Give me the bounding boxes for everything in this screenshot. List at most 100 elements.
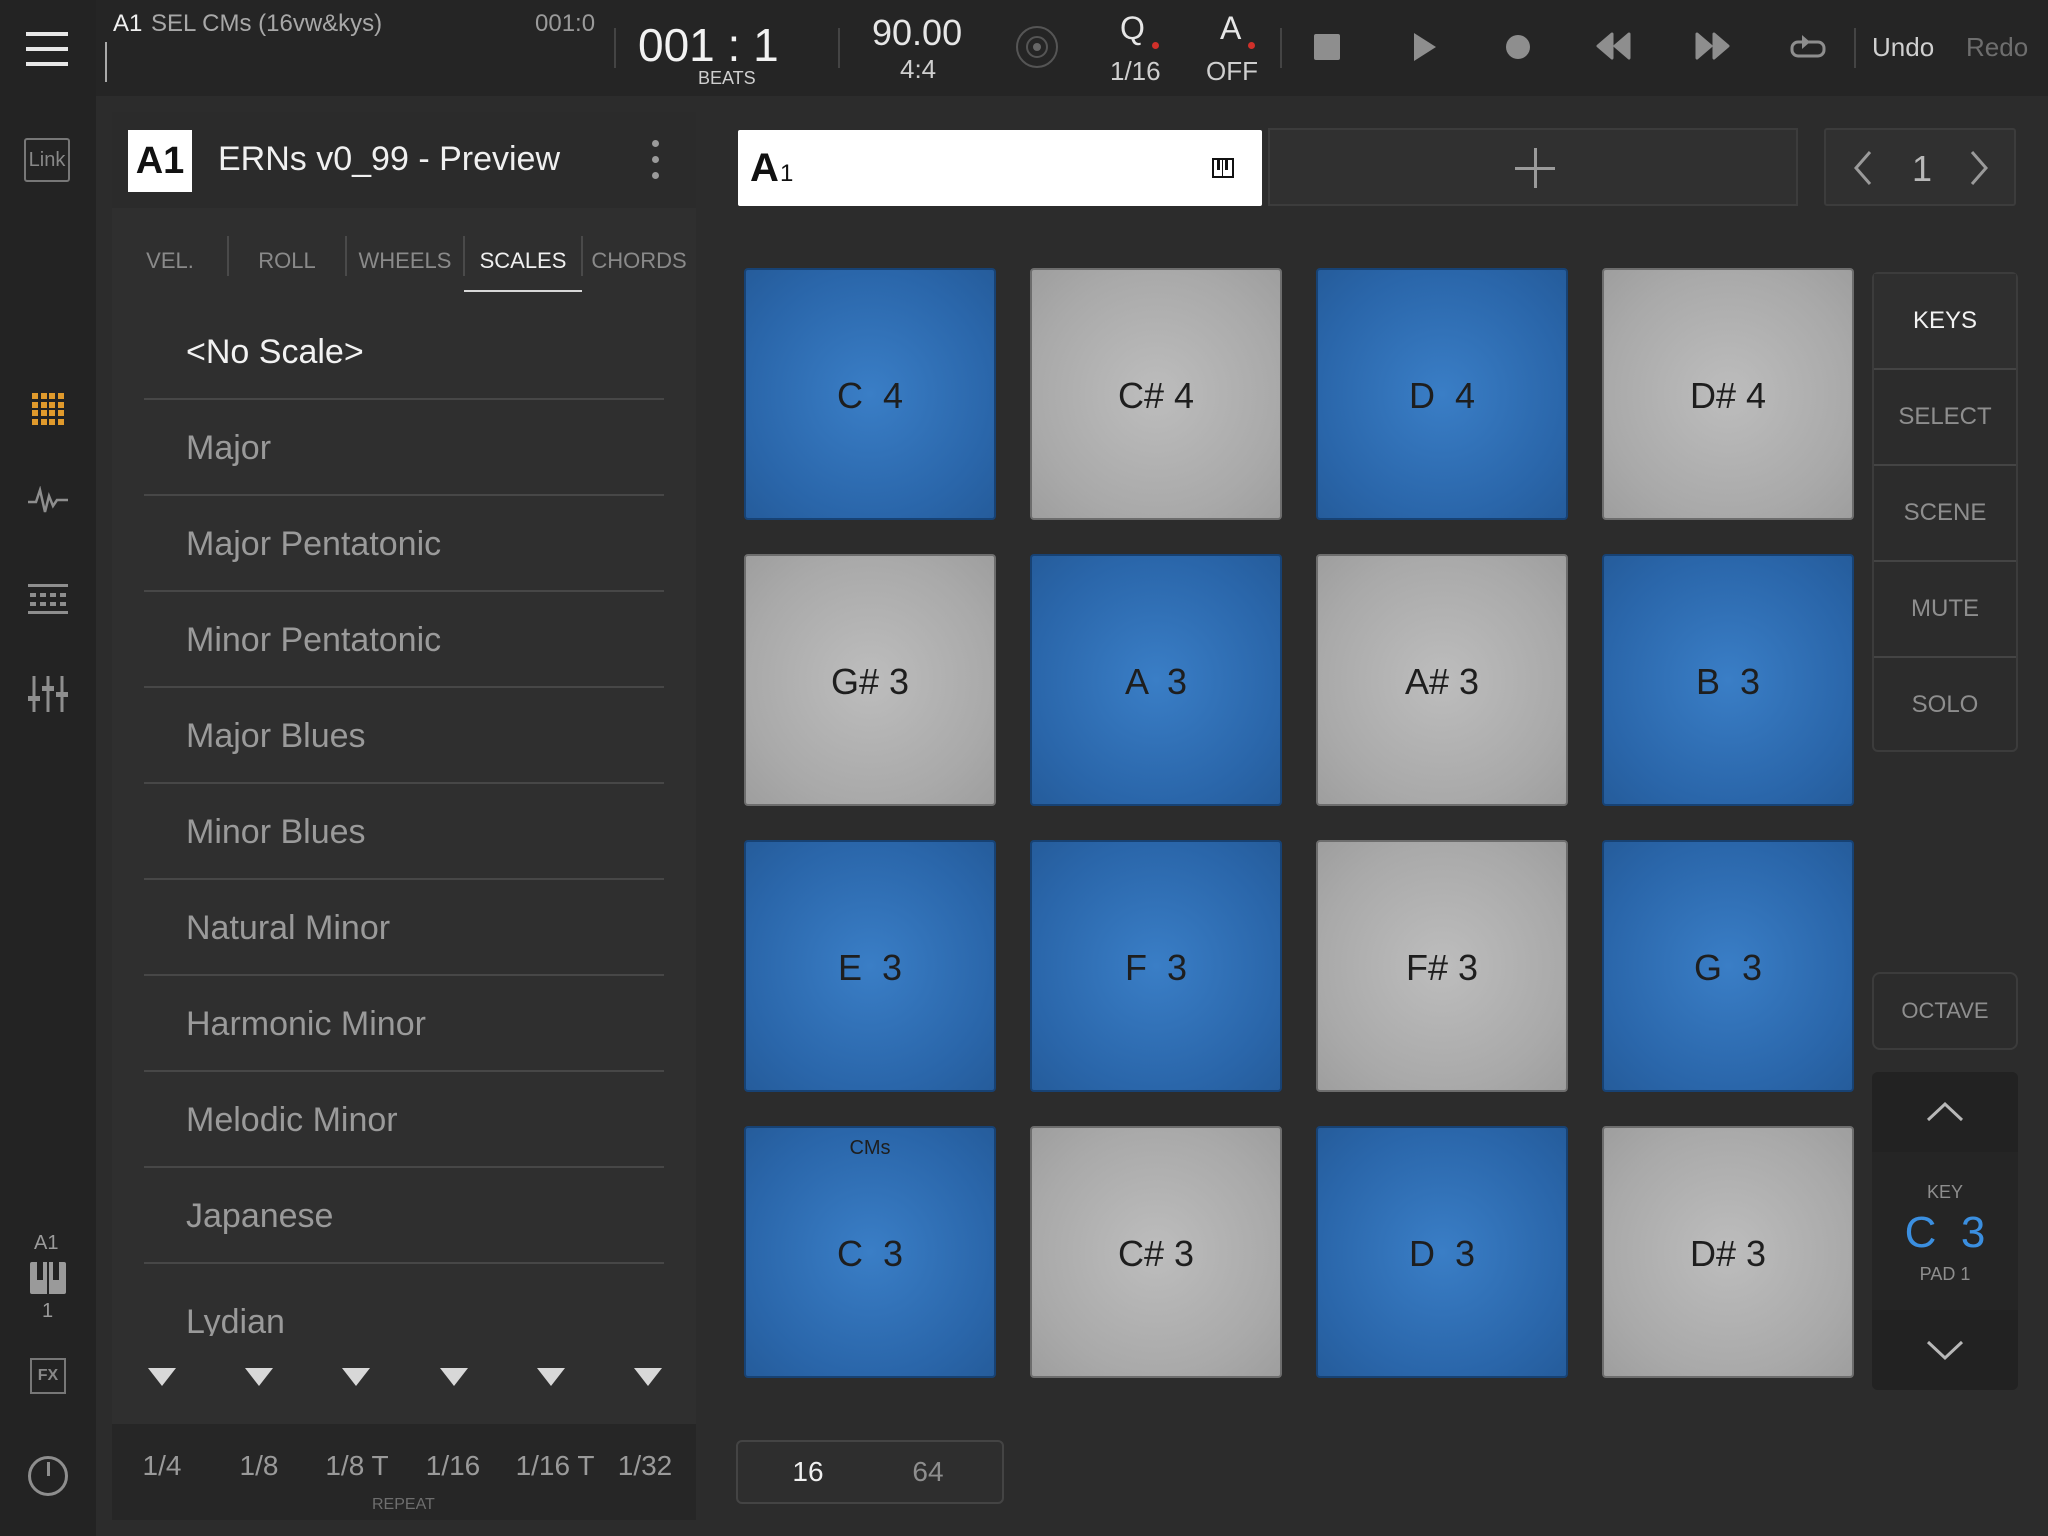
tab-roll[interactable]: ROLL [228,232,346,290]
mode-scene-button[interactable]: SCENE [1874,466,2016,562]
scale-item[interactable]: Japanese [144,1168,664,1264]
pad[interactable]: C# 3 [1030,1126,1282,1378]
pad-note-label: B 3 [1695,661,1761,702]
divider [1280,28,1282,68]
scale-item[interactable]: Minor Blues [144,784,664,880]
scale-item[interactable]: Natural Minor [144,880,664,976]
scale-item[interactable]: Minor Pentatonic [144,592,664,688]
rewind-icon[interactable] [1596,32,1632,60]
metronome-icon[interactable] [1016,26,1058,68]
pad[interactable]: E 3 [744,840,996,1092]
octave-up-button[interactable] [1872,1072,2018,1152]
scale-item[interactable]: Harmonic Minor [144,976,664,1072]
key-value: C 3 [1904,1208,1986,1257]
repeat-trigger-icon[interactable] [634,1368,662,1386]
auto-indicator [1248,42,1255,49]
scale-item[interactable]: Melodic Minor [144,1072,664,1168]
mixer-icon[interactable] [28,676,68,712]
pattern-number: 1 [780,160,794,187]
pad[interactable]: G 3 [1602,840,1854,1092]
link-button[interactable]: Link [24,138,70,182]
quantize-label[interactable]: Q [1120,10,1145,47]
fx-button[interactable]: FX [30,1358,66,1394]
auto-value[interactable]: OFF [1206,56,1258,87]
octave-down-button[interactable] [1872,1310,2018,1390]
scale-item[interactable]: Major [144,400,664,496]
pad-count-64[interactable]: 64 [860,1442,996,1502]
scale-item-selected[interactable]: <No Scale> [144,304,664,400]
position-unit: BEATS [698,68,756,88]
pad[interactable]: A 3 [1030,554,1282,806]
pad[interactable]: D 4 [1316,268,1568,520]
undo-button[interactable]: Undo [1872,32,1934,63]
repeat-trigger-icon[interactable] [537,1368,565,1386]
mode-keys-button[interactable]: KEYS [1874,274,2016,370]
auto-label[interactable]: A [1220,10,1241,47]
repeat-value[interactable]: 1/8 T [312,1450,402,1482]
tab-wheels[interactable]: WHEELS [346,232,464,290]
scale-item[interactable]: Major Blues [144,688,664,784]
repeat-trigger-icon[interactable] [440,1368,468,1386]
pad[interactable]: C 3 CMs [744,1126,996,1378]
pad[interactable]: G# 3 [744,554,996,806]
settings-dial-icon[interactable] [28,1456,68,1496]
pads-grid-icon[interactable] [32,393,64,425]
mode-mute-button[interactable]: MUTE [1874,562,2016,658]
loop-icon[interactable] [1790,32,1826,62]
pad[interactable]: F# 3 [1316,840,1568,1092]
time-signature[interactable]: 4:4 [900,54,936,85]
redo-button[interactable]: Redo [1966,32,2028,63]
key-label: KEY [1926,1182,1964,1202]
pad[interactable]: B 3 [1602,554,1854,806]
repeat-trigger-icon[interactable] [245,1368,273,1386]
track-name[interactable]: SEL CMs (16vw&kys) [151,10,382,38]
repeat-value[interactable]: 1/4 [117,1450,207,1482]
more-options-icon[interactable] [650,140,660,184]
waveform-icon[interactable] [28,486,68,516]
stop-icon[interactable] [1314,34,1340,60]
pad[interactable]: D# 3 [1602,1126,1854,1378]
divider [614,28,616,68]
pad-note-label: G# 3 [830,661,910,702]
menu-icon[interactable] [26,32,68,66]
pad[interactable]: C# 4 [1030,268,1282,520]
pad-note-label: F 3 [1124,947,1187,988]
repeat-trigger-icon[interactable] [148,1368,176,1386]
tab-velocity[interactable]: VEL. [112,232,228,290]
tempo[interactable]: 90.00 [872,12,962,54]
tab-chords[interactable]: CHORDS [582,232,696,290]
octave-button[interactable]: OCTAVE [1872,972,2018,1050]
repeat-value[interactable]: 1/32 [600,1450,690,1482]
page-navigator: 1 [1824,128,2016,206]
pad-note-label: C 3 [836,1233,904,1274]
mode-solo-button[interactable]: SOLO [1874,658,2016,752]
add-pattern-button[interactable] [1268,128,1798,206]
pattern-selector[interactable]: A 1 [738,130,1262,206]
pad[interactable]: D# 4 [1602,268,1854,520]
tab-scales[interactable]: SCALES [464,232,582,292]
pad[interactable]: C 4 [744,268,996,520]
play-icon[interactable] [1414,33,1436,61]
fast-forward-icon[interactable] [1694,32,1730,60]
repeat-value[interactable]: 1/16 T [505,1450,605,1482]
chevron-right-icon[interactable] [1968,150,1990,186]
mode-select-button[interactable]: SELECT [1874,370,2016,466]
chevron-left-icon[interactable] [1852,150,1874,186]
repeat-value[interactable]: 1/16 [408,1450,498,1482]
pad-note-label: D 4 [1408,375,1476,416]
instrument-title[interactable]: ERNs v0_99 - Preview [218,140,560,179]
song-position[interactable]: 001 : 1 [638,18,779,72]
quantize-value[interactable]: 1/16 [1110,56,1161,87]
repeat-value[interactable]: 1/8 [214,1450,304,1482]
pad[interactable]: D 3 [1316,1126,1568,1378]
pad-count-16[interactable]: 16 [738,1442,878,1502]
link-label: Link [28,149,66,171]
pad[interactable]: A# 3 [1316,554,1568,806]
sequencer-icon[interactable] [28,582,68,616]
keyboard-icon[interactable] [30,1262,66,1294]
record-icon[interactable] [1506,35,1530,59]
scale-item[interactable]: Major Pentatonic [144,496,664,592]
repeat-trigger-icon[interactable] [342,1368,370,1386]
pad[interactable]: F 3 [1030,840,1282,1092]
scale-item[interactable]: Lydian [144,1264,664,1336]
